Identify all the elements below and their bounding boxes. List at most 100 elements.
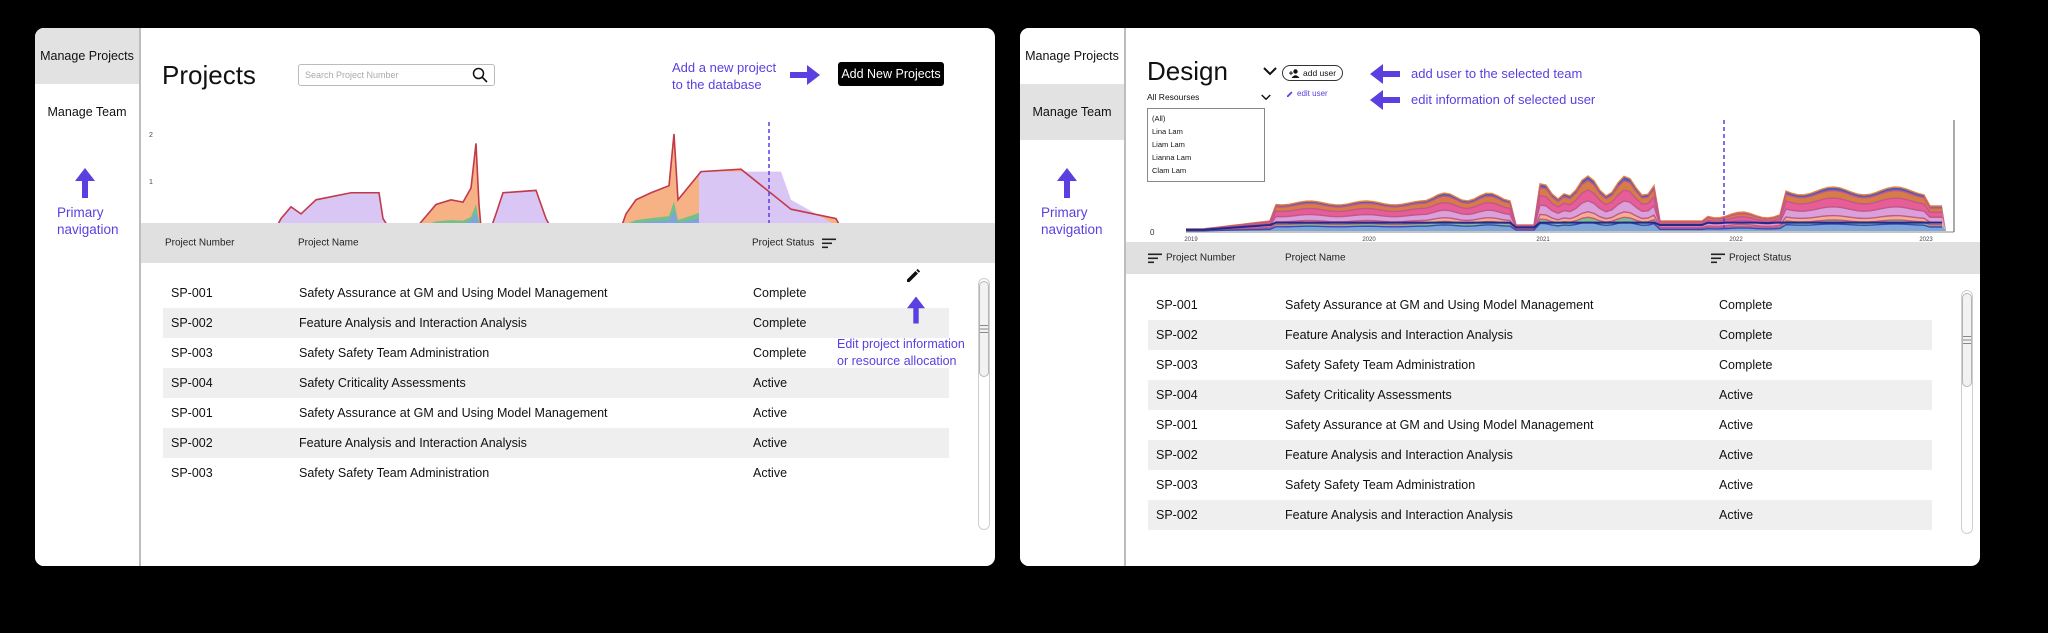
table-row[interactable]: SP-002 Feature Analysis and Interaction A… bbox=[1148, 320, 1932, 350]
team-projects-table: SP-001 Safety Assurance at GM and Using M… bbox=[1148, 290, 1932, 530]
projects-main: Projects Search Project Number Add a new… bbox=[141, 28, 995, 566]
column-header-project-number[interactable]: Project Number bbox=[1148, 253, 1235, 264]
project-number-cell: SP-003 bbox=[171, 346, 213, 360]
table-row[interactable]: SP-004 Safety Criticality Assessments Acti… bbox=[1148, 380, 1932, 410]
project-status-cell: Complete bbox=[1719, 298, 1773, 312]
grip-icon bbox=[1963, 336, 1971, 344]
search-input[interactable]: Search Project Number bbox=[298, 64, 495, 86]
column-header-project-name[interactable]: Project Name bbox=[298, 238, 359, 249]
team-select[interactable]: Design bbox=[1147, 56, 1277, 87]
project-status-cell: Active bbox=[1719, 508, 1754, 522]
primary-navigation-annotation: Primary navigation bbox=[57, 205, 119, 237]
project-name-cell: Feature Analysis and Interaction Analysi… bbox=[1285, 448, 1513, 462]
column-header-project-status[interactable]: Project Status bbox=[752, 238, 837, 249]
project-name-cell: Safety Assurance at GM and Using Model M… bbox=[299, 286, 608, 300]
project-number-cell: SP-002 bbox=[171, 316, 213, 330]
edit-project-annotation: Edit project information or resource all… bbox=[837, 337, 965, 368]
table-row[interactable]: SP-002 Feature Analysis and Interaction A… bbox=[163, 308, 949, 338]
project-name-cell: Safety Assurance at GM and Using Model M… bbox=[299, 406, 608, 420]
project-name-cell: Safety Safety Team Administration bbox=[299, 346, 490, 360]
project-status-cell: Complete bbox=[1719, 328, 1773, 342]
sort-icon[interactable] bbox=[1711, 253, 1725, 263]
resources-select-value: All Resourses bbox=[1147, 92, 1200, 102]
edit-user-link[interactable]: edit user bbox=[1286, 89, 1328, 98]
nav-manage-projects[interactable]: Manage Projects bbox=[35, 28, 139, 84]
nav-manage-team[interactable]: Manage Team bbox=[35, 84, 139, 140]
chevron-down-icon[interactable] bbox=[1263, 67, 1277, 76]
scrollbar-thumb[interactable] bbox=[1962, 293, 1972, 387]
column-header-project-number[interactable]: Project Number bbox=[165, 238, 234, 249]
scrollbar-thumb[interactable] bbox=[979, 281, 989, 377]
table-row[interactable]: SP-003 Safety Safety Team Administration A… bbox=[1148, 470, 1932, 500]
table-row[interactable]: SP-001 Safety Assurance at GM and Using M… bbox=[163, 278, 949, 308]
y-tick-label: 2 bbox=[149, 132, 153, 139]
table-row[interactable]: SP-004 Safety Criticality Assessments Acti… bbox=[163, 368, 949, 398]
table-header: Project Number Project Name Project Stat… bbox=[1126, 242, 1980, 274]
chevron-down-icon bbox=[1261, 93, 1271, 100]
project-status-cell: Complete bbox=[753, 346, 807, 360]
projects-screen: Manage Projects Manage Team Primary navi… bbox=[35, 28, 995, 566]
project-name-cell: Safety Criticality Assessments bbox=[1285, 388, 1452, 402]
table-row[interactable]: SP-001 Safety Assurance at GM and Using M… bbox=[1148, 410, 1932, 440]
edit-pencil-icon bbox=[1287, 91, 1293, 97]
project-status-cell: Active bbox=[1719, 388, 1754, 402]
table-row[interactable]: SP-003 Safety Safety Team Administration C… bbox=[1148, 350, 1932, 380]
up-arrow-icon bbox=[907, 296, 925, 324]
add-user-label: add user bbox=[1303, 68, 1337, 78]
edit-pencil-icon[interactable] bbox=[905, 268, 921, 284]
table-row[interactable]: SP-002 Feature Analysis and Interaction A… bbox=[1148, 500, 1932, 530]
sort-icon[interactable] bbox=[1148, 253, 1162, 263]
project-number-cell: SP-004 bbox=[1156, 388, 1198, 402]
add-user-button[interactable]: add user bbox=[1282, 65, 1344, 81]
project-status-cell: Active bbox=[753, 466, 788, 480]
project-number-cell: SP-003 bbox=[1156, 478, 1198, 492]
project-number-cell: SP-003 bbox=[171, 466, 213, 480]
table-row[interactable]: SP-002 Feature Analysis and Interaction A… bbox=[163, 428, 949, 458]
project-name-cell: Feature Analysis and Interaction Analysi… bbox=[299, 436, 527, 450]
table-row[interactable]: SP-002 Feature Analysis and Interaction A… bbox=[1148, 440, 1932, 470]
table-scrollbar[interactable] bbox=[1961, 290, 1973, 534]
project-status-cell: Active bbox=[753, 406, 788, 420]
add-user-annotation: add user to the selected team bbox=[1411, 66, 1583, 81]
primary-navigation: Manage Projects Manage Team Primary navi… bbox=[1020, 28, 1126, 566]
table-scrollbar[interactable] bbox=[978, 278, 990, 530]
up-arrow-icon bbox=[75, 168, 95, 198]
table-row[interactable]: SP-001 Safety Assurance at GM and Using M… bbox=[163, 398, 949, 428]
project-status-cell: Active bbox=[753, 436, 788, 450]
project-number-cell: SP-003 bbox=[1156, 358, 1198, 372]
add-new-projects-button[interactable]: Add New Projects bbox=[838, 62, 944, 86]
project-status-cell: Active bbox=[1719, 478, 1754, 492]
nav-manage-projects[interactable]: Manage Projects bbox=[1020, 28, 1124, 84]
table-row[interactable]: SP-003 Safety Safety Team Administration C… bbox=[163, 338, 949, 368]
project-number-cell: SP-001 bbox=[171, 286, 213, 300]
projects-table: SP-001 Safety Assurance at GM and Using M… bbox=[163, 278, 949, 488]
project-number-cell: SP-002 bbox=[1156, 508, 1198, 522]
project-number-cell: SP-002 bbox=[1156, 328, 1198, 342]
team-select-value: Design bbox=[1147, 56, 1228, 86]
primary-navigation: Manage Projects Manage Team Primary navi… bbox=[35, 28, 141, 566]
search-placeholder: Search Project Number bbox=[305, 70, 399, 80]
project-name-cell: Safety Assurance at GM and Using Model M… bbox=[1285, 418, 1594, 432]
table-row[interactable]: SP-003 Safety Safety Team Administration A… bbox=[163, 458, 949, 488]
team-area-chart: 02019 2020 2021 2022 2023 bbox=[1150, 120, 1955, 243]
search-icon[interactable] bbox=[472, 67, 488, 83]
column-header-project-name[interactable]: Project Name bbox=[1285, 253, 1346, 264]
up-arrow-icon bbox=[1057, 168, 1077, 198]
edit-user-annotation: edit information of selected user bbox=[1411, 92, 1596, 107]
column-header-project-status[interactable]: Project Status bbox=[1711, 253, 1791, 264]
project-status-cell: Complete bbox=[753, 286, 807, 300]
project-number-cell: SP-001 bbox=[171, 406, 213, 420]
sort-icon[interactable] bbox=[822, 238, 837, 248]
y-tick-label: 1 bbox=[149, 179, 153, 186]
table-row[interactable]: SP-001 Safety Assurance at GM and Using M… bbox=[1148, 290, 1932, 320]
resources-select[interactable]: All Resourses bbox=[1147, 92, 1271, 102]
left-arrow-icon bbox=[1370, 90, 1400, 110]
project-name-cell: Safety Safety Team Administration bbox=[299, 466, 490, 480]
project-name-cell: Safety Criticality Assessments bbox=[299, 376, 466, 390]
page-title: Projects bbox=[162, 60, 256, 90]
nav-manage-team[interactable]: Manage Team bbox=[1020, 84, 1124, 140]
project-status-cell: Complete bbox=[1719, 358, 1773, 372]
primary-navigation-annotation: Primary navigation bbox=[1041, 205, 1103, 237]
project-number-cell: SP-004 bbox=[171, 376, 213, 390]
left-arrow-icon bbox=[1370, 64, 1400, 84]
